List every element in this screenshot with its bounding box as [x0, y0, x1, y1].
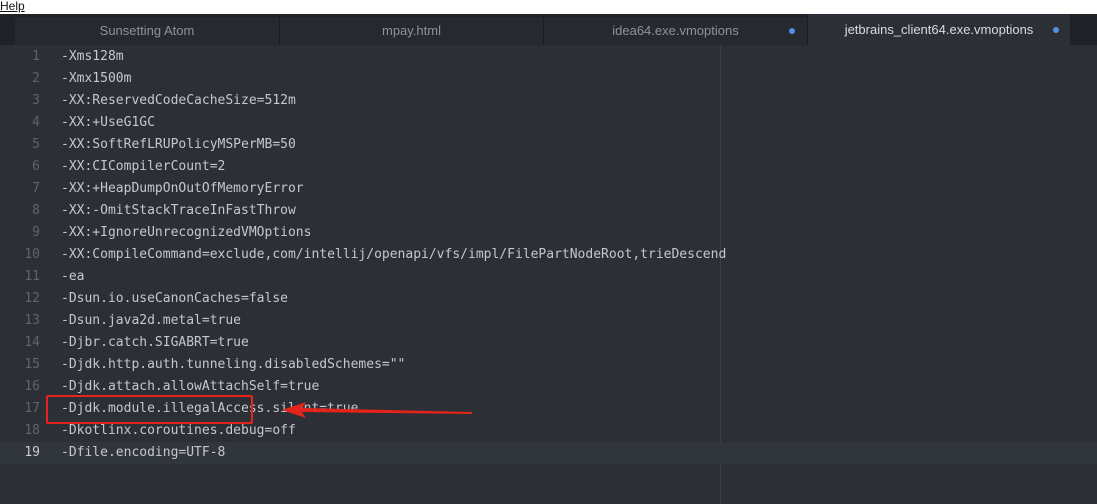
code-line[interactable]: 5 -XX:SoftRefLRUPolicyMSPerMB=50 [0, 134, 1097, 156]
code-text[interactable]: -XX:-OmitStackTraceInFastThrow [61, 200, 296, 222]
line-number: 14 [24, 335, 40, 350]
line-number: 9 [32, 225, 40, 240]
tab-jetbrains-client64-vmoptions[interactable]: jetbrains_client64.exe.vmoptions [808, 14, 1071, 45]
line-number: 4 [32, 115, 40, 130]
menu-bar: Help [0, 0, 1097, 14]
line-number: 2 [32, 71, 40, 86]
line-number: 17 [24, 401, 40, 416]
code-editor[interactable]: 1 -Xms128m 2 -Xmx1500m 3 -XX:ReservedCodeCach… [0, 45, 1097, 504]
code-text[interactable]: -Dsun.java2d.metal=true [61, 310, 241, 332]
line-number: 1 [32, 49, 40, 64]
tab-label: mpay.html [382, 23, 441, 38]
code-line[interactable]: 2 -Xmx1500m [0, 68, 1097, 90]
annotation-highlight-box [46, 395, 253, 424]
code-text[interactable]: -XX:CICompilerCount=2 [61, 156, 225, 178]
code-line[interactable]: 7 -XX:+HeapDumpOnOutOfMemoryError [0, 178, 1097, 200]
line-number: 18 [24, 423, 40, 438]
code-line[interactable]: 10 -XX:CompileCommand=exclude,com/intelli… [0, 244, 1097, 266]
code-line[interactable]: 14 -Djbr.catch.SIGABRT=true [0, 332, 1097, 354]
code-text[interactable]: -Dfile.encoding=UTF-8 [61, 442, 225, 464]
code-line[interactable]: 12 -Dsun.io.useCanonCaches=false [0, 288, 1097, 310]
menu-help[interactable]: Help [0, 0, 25, 12]
line-number: 19 [24, 445, 40, 460]
code-text[interactable]: -XX:CompileCommand=exclude,com/intellij/… [61, 244, 726, 266]
code-line[interactable]: 13 -Dsun.java2d.metal=true [0, 310, 1097, 332]
code-text[interactable]: -ea [61, 266, 84, 288]
line-number: 12 [24, 291, 40, 306]
code-line[interactable]: 4 -XX:+UseG1GC [0, 112, 1097, 134]
modified-dot-icon [789, 28, 795, 34]
tab-idea64-vmoptions[interactable]: idea64.exe.vmoptions [544, 17, 808, 45]
tab-sunsetting-atom[interactable]: Sunsetting Atom [15, 17, 280, 45]
line-number: 7 [32, 181, 40, 196]
code-text[interactable]: -Djdk.http.auth.tunneling.disabledScheme… [61, 354, 405, 376]
tab-label: Sunsetting Atom [99, 23, 195, 38]
code-text[interactable]: -XX:+HeapDumpOnOutOfMemoryError [61, 178, 304, 200]
code-line[interactable]: 9 -XX:+IgnoreUnrecognizedVMOptions [0, 222, 1097, 244]
code-text[interactable]: -XX:+IgnoreUnrecognizedVMOptions [61, 222, 311, 244]
code-line[interactable]: 8 -XX:-OmitStackTraceInFastThrow [0, 200, 1097, 222]
modified-dot-icon [1053, 26, 1059, 33]
code-line[interactable]: 1 -Xms128m [0, 46, 1097, 68]
line-number: 10 [24, 247, 40, 262]
line-number: 16 [24, 379, 40, 394]
line-number: 13 [24, 313, 40, 328]
tab-label: jetbrains_client64.exe.vmoptions [844, 22, 1034, 37]
annotation-arrow-icon [282, 402, 472, 418]
tab-bar: Sunsetting Atom mpay.html idea64.exe.vmo… [0, 14, 1097, 45]
code-text[interactable]: -XX:+UseG1GC [61, 112, 155, 134]
code-text[interactable]: -Xmx1500m [61, 68, 131, 90]
line-number: 5 [32, 137, 40, 152]
code-text[interactable]: -Djbr.catch.SIGABRT=true [61, 332, 249, 354]
line-number: 6 [32, 159, 40, 174]
code-line[interactable]: 11 -ea [0, 266, 1097, 288]
code-line[interactable]: 6 -XX:CICompilerCount=2 [0, 156, 1097, 178]
code-line[interactable]: 19 -Dfile.encoding=UTF-8 [0, 442, 1097, 464]
line-number: 8 [32, 203, 40, 218]
tab-mpay-html[interactable]: mpay.html [280, 17, 544, 45]
code-text[interactable]: -XX:ReservedCodeCacheSize=512m [61, 90, 296, 112]
code-text[interactable]: -Dsun.io.useCanonCaches=false [61, 288, 288, 310]
code-text[interactable]: -Xms128m [61, 46, 124, 68]
tab-label: idea64.exe.vmoptions [612, 23, 739, 38]
code-line[interactable]: 3 -XX:ReservedCodeCacheSize=512m [0, 90, 1097, 112]
line-number: 3 [32, 93, 40, 108]
line-number: 11 [24, 269, 40, 284]
code-text[interactable]: -XX:SoftRefLRUPolicyMSPerMB=50 [61, 134, 296, 156]
line-number: 15 [24, 357, 40, 372]
code-line[interactable]: 15 -Djdk.http.auth.tunneling.disabledSche… [0, 354, 1097, 376]
